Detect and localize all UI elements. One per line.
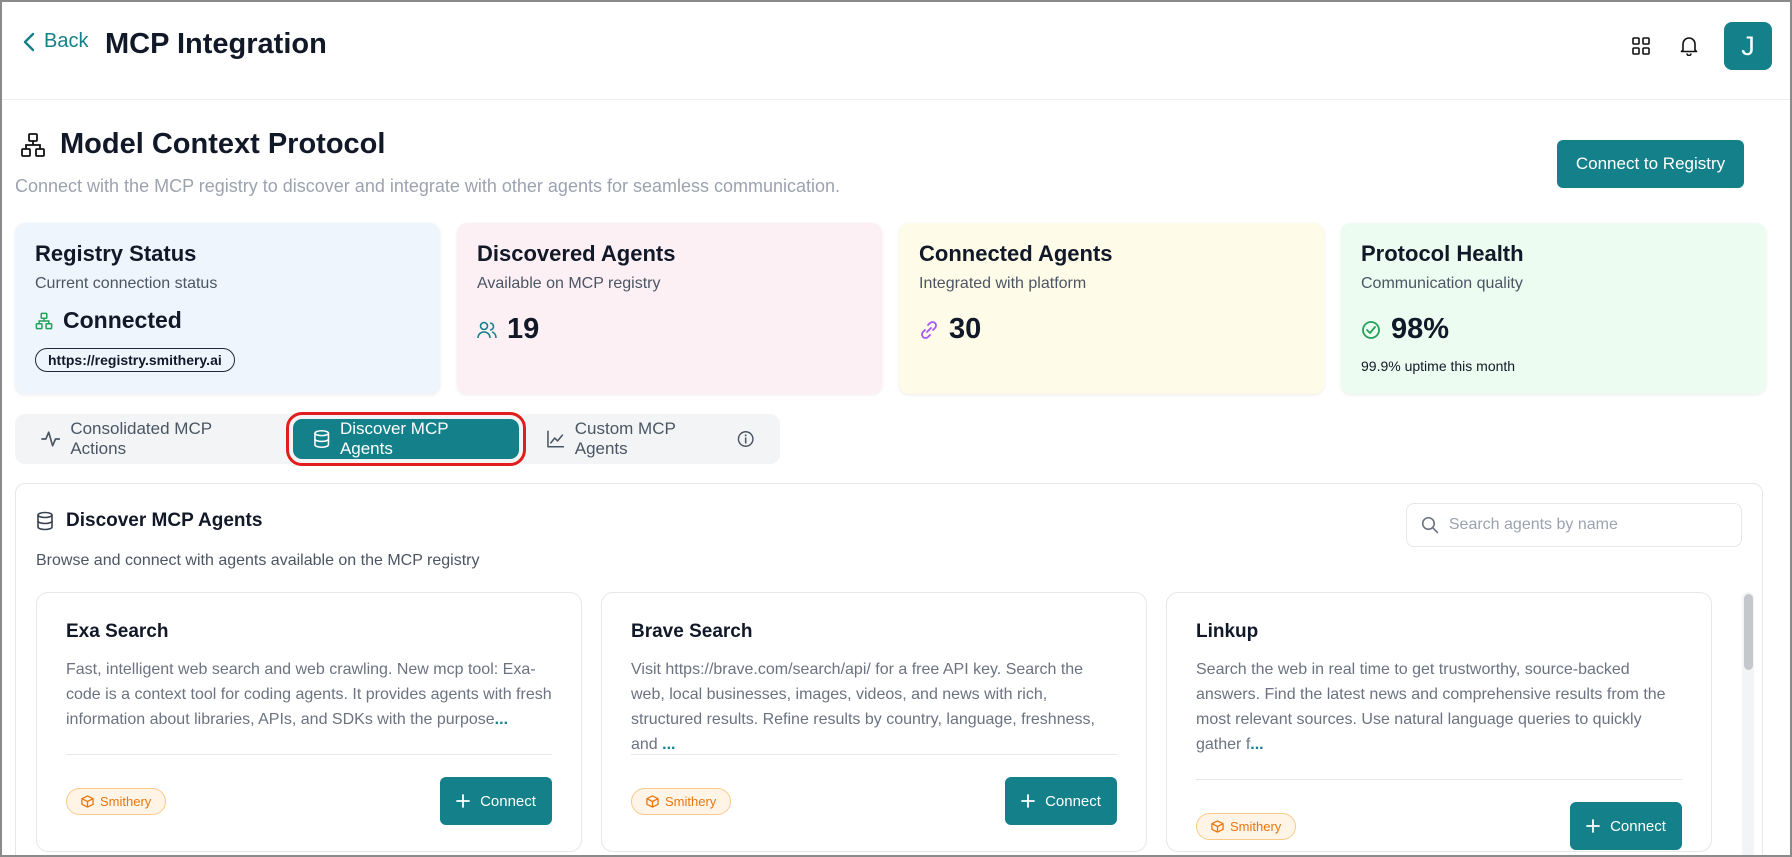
database-icon [37,511,53,531]
connected-count: 30 [949,313,982,345]
agent-description: Search the web in real time to get trust… [1196,657,1682,757]
app-window: Back MCP Integration J Model Context Pro… [0,0,1792,857]
discovered-agents-card: Discovered Agents Available on MCP regis… [457,223,882,394]
agent-list: Exa Search Fast, intelligent web search … [36,592,1712,852]
source-badge: Smithery [66,787,167,815]
section-title: Model Context Protocol [60,128,386,160]
connect-label: Connect [480,792,536,810]
badge-label: Smithery [1230,818,1282,834]
connect-button[interactable]: Connect [1005,777,1117,825]
connect-button[interactable]: Connect [440,777,552,825]
source-badge: Smithery [631,787,732,815]
card-subtitle: Communication quality [1361,275,1523,292]
chart-icon [547,430,565,448]
registry-status-value: Connected [63,307,182,333]
tab-label: Consolidated MCP Actions [70,419,212,458]
agent-card-exa-search: Exa Search Fast, intelligent web search … [36,592,582,852]
read-more-link[interactable]: ... [495,711,508,728]
card-value-row: 19 [477,313,862,346]
agent-card-brave-search: Brave Search Visit https://brave.com/sea… [601,592,1147,852]
badge-label: Smithery [100,793,152,809]
agent-description: Fast, intelligent web search and web cra… [66,657,552,732]
network-icon [35,312,53,329]
read-more-link[interactable]: ... [1250,736,1263,753]
connect-button[interactable]: Connect [1570,802,1682,850]
discovered-count: 19 [507,313,540,345]
activity-icon [41,431,61,447]
page-title: MCP Integration [105,28,327,60]
description-text: Search the web in real time to get trust… [1196,661,1666,753]
database-icon [313,430,329,448]
card-value-row: 30 [919,313,1304,346]
package-icon [81,794,94,808]
card-title: Protocol Health [1361,241,1524,266]
badge-label: Smithery [665,793,717,809]
network-icon [21,132,45,157]
search-icon [1421,516,1439,534]
plus-icon [456,794,470,808]
package-icon [1211,819,1224,833]
users-icon [477,321,497,338]
description-text: Fast, intelligent web search and web cra… [66,661,552,728]
connected-agents-card: Connected Agents Integrated with platfor… [899,223,1324,394]
back-label: Back [44,30,89,52]
connect-registry-button[interactable]: Connect to Registry [1557,140,1744,188]
tab-label: Custom MCP Agents [574,419,676,458]
chevron-left-icon [23,32,35,51]
back-button[interactable]: Back [22,30,88,53]
plus-icon [1586,819,1600,833]
registry-status-card: Registry Status Current connection statu… [15,223,440,394]
plus-icon [1021,794,1035,808]
card-value-row: 98% [1361,313,1746,346]
tab-label: Discover MCP Agents [339,419,449,458]
card-value-row: Connected [35,307,420,334]
agent-footer: Smithery Connect [631,754,1117,825]
card-title: Discovered Agents [477,241,676,266]
tab-discover-mcp-agents[interactable]: Discover MCP Agents [285,412,527,466]
agent-description: Visit https://brave.com/search/api/ for … [631,657,1117,757]
protocol-health-card: Protocol Health Communication quality 98… [1341,223,1766,394]
card-title: Registry Status [35,241,197,266]
agent-card-linkup: Linkup Search the web in real time to ge… [1166,592,1712,852]
search-input[interactable] [1448,516,1727,534]
info-icon[interactable] [737,430,754,448]
tab-consolidated-mcp-actions[interactable]: Consolidated MCP Actions [21,419,285,459]
read-more-link[interactable]: ... [662,736,675,753]
connect-label: Connect [1610,817,1666,835]
panel-subtitle: Browse and connect with agents available… [36,552,480,569]
tab-custom-mcp-agents[interactable]: Custom MCP Agents [527,419,774,459]
check-circle-icon [1362,320,1380,339]
scrollbar-thumb[interactable] [1744,594,1753,670]
agent-name: Linkup [1196,621,1259,642]
avatar[interactable]: J [1724,22,1772,70]
uptime-note: 99.9% uptime this month [1361,358,1516,374]
source-badge: Smithery [1196,812,1297,840]
panel-title: Discover MCP Agents [66,510,263,531]
description-text: Visit https://brave.com/search/api/ for … [631,661,1095,753]
panel-header: Discover MCP Agents [36,510,262,532]
agent-footer: Smithery Connect [66,754,552,825]
connect-label: Connect [1045,792,1101,810]
search-box [1406,503,1742,547]
bell-icon[interactable] [1676,33,1702,59]
top-bar: Back MCP Integration J [2,2,1790,100]
stat-cards: Registry Status Current connection statu… [15,223,1766,394]
top-actions: J [1628,22,1772,70]
apps-grid-icon[interactable] [1628,33,1654,59]
tab-bar: Consolidated MCP Actions Discover MCP Ag… [15,412,780,466]
link-icon [921,320,937,339]
section-subtitle: Connect with the MCP registry to discove… [15,176,841,196]
card-subtitle: Available on MCP registry [477,275,661,292]
discover-panel: Discover MCP Agents Browse and connect w… [15,483,1763,855]
agent-name: Exa Search [66,621,169,642]
agent-name: Brave Search [631,621,753,642]
health-value: 98% [1391,313,1450,345]
registry-url: https://registry.smithery.ai [35,348,235,372]
section-header: Model Context Protocol [20,128,385,161]
card-subtitle: Integrated with platform [919,275,1087,292]
package-icon [646,794,659,808]
agent-footer: Smithery Connect [1196,779,1682,850]
card-subtitle: Current connection status [35,275,218,292]
card-title: Connected Agents [919,241,1113,266]
